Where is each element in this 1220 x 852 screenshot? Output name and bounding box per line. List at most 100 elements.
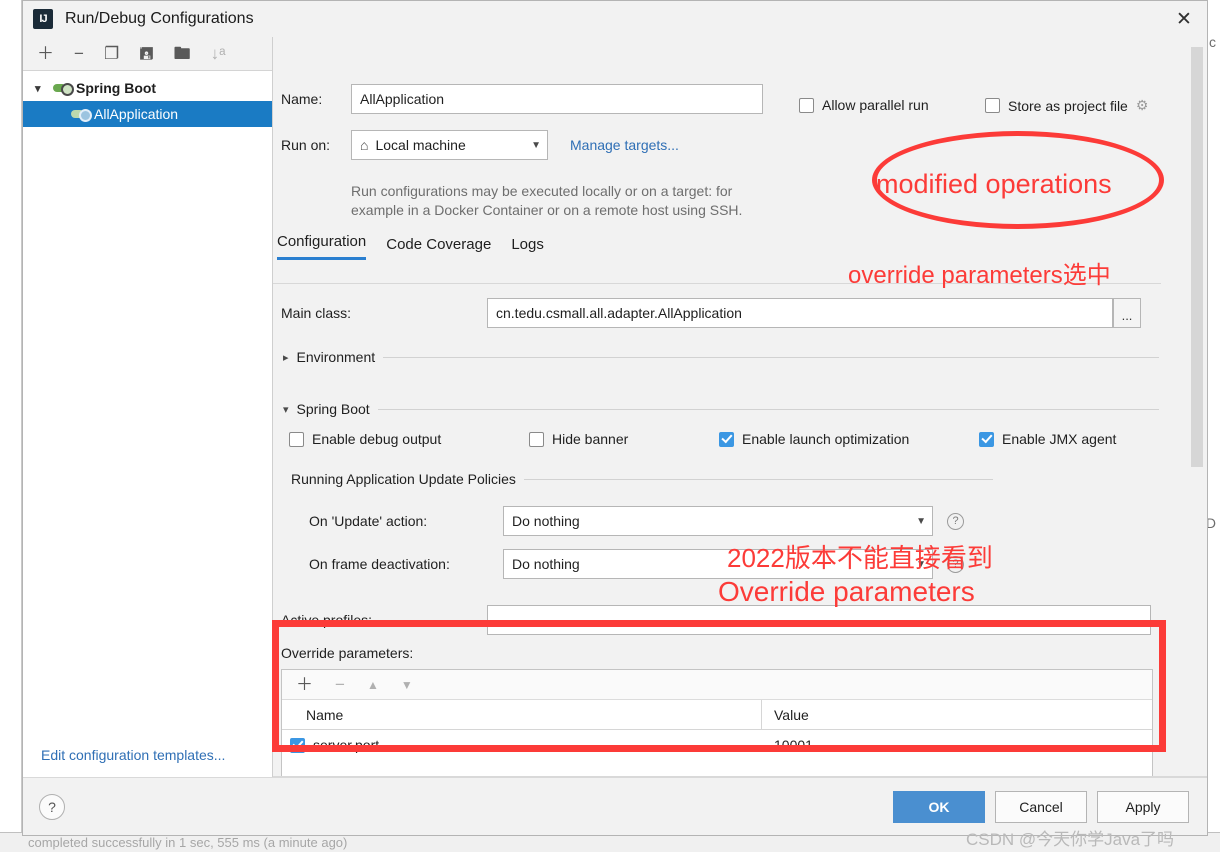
on-update-action-label: On 'Update' action: xyxy=(309,513,428,529)
update-policies-section-header: Running Application Update Policies xyxy=(291,471,993,487)
enable-jmx-agent-row[interactable]: Enable JMX agent xyxy=(979,431,1116,447)
on-update-action-dropdown[interactable]: Do nothing ▼ xyxy=(503,506,933,536)
enable-debug-output-row[interactable]: Enable debug output xyxy=(289,431,441,447)
section-divider xyxy=(383,356,1159,358)
chevron-down-icon[interactable]: ▼ xyxy=(531,140,541,151)
spring-boot-section-header[interactable]: ▾ Spring Boot xyxy=(283,401,1159,417)
update-policies-label: Running Application Update Policies xyxy=(291,471,516,487)
environment-section-header[interactable]: ▸ Environment xyxy=(283,349,1159,365)
on-frame-deactivation-value: Do nothing xyxy=(512,556,580,572)
active-profiles-input[interactable] xyxy=(487,605,1151,635)
sidebar-toolbar: ＋ − ❐ 🖪 🖿 ↓ᵃ xyxy=(23,37,272,71)
gear-icon[interactable]: ⚙ xyxy=(1136,97,1149,114)
remove-button[interactable]: − xyxy=(74,45,84,62)
run-on-hint-line-1: Run configurations may be executed local… xyxy=(351,183,733,199)
dialog-action-buttons: OK Cancel Apply xyxy=(893,790,1189,823)
ok-button[interactable]: OK xyxy=(893,790,985,823)
browse-main-class-button[interactable]: ... xyxy=(1113,298,1141,328)
on-frame-deactivation-dropdown[interactable]: Do nothing ▼ xyxy=(503,549,933,579)
apply-button[interactable]: Apply xyxy=(1097,790,1189,823)
parameter-name-cell: server.port xyxy=(282,730,762,760)
active-profiles-label: Active profiles: xyxy=(281,612,373,628)
manage-targets-link[interactable]: Manage targets... xyxy=(570,137,679,153)
main-class-row: Main class: cn.tedu.csmall.all.adapter.A… xyxy=(281,298,1141,328)
run-debug-configurations-dialog: IJ Run/Debug Configurations ✕ ＋ − ❐ 🖪 🖿 … xyxy=(22,0,1208,836)
form-scroll-area: Name: AllApplication Allow parallel run … xyxy=(273,37,1207,777)
add-button[interactable]: ＋ xyxy=(37,45,54,62)
tabs-divider xyxy=(273,283,1161,284)
hide-banner-checkbox[interactable] xyxy=(529,431,544,447)
parameters-table-header: Name Value xyxy=(282,700,1152,730)
cancel-button[interactable]: Cancel xyxy=(995,790,1087,823)
on-update-action-row: On 'Update' action: Do nothing ▼ ? xyxy=(281,506,964,536)
parameter-value-cell: 10001 xyxy=(774,737,813,753)
enable-debug-output-checkbox[interactable] xyxy=(289,431,304,447)
enable-launch-optimization-row[interactable]: Enable launch optimization xyxy=(719,431,909,447)
intellij-idea-icon: IJ xyxy=(33,9,53,29)
save-button[interactable]: 🖪 xyxy=(139,45,153,62)
dialog-titlebar: IJ Run/Debug Configurations ✕ xyxy=(23,1,1207,37)
column-header-value: Value xyxy=(774,706,809,723)
on-update-action-help-icon[interactable]: ? xyxy=(947,512,964,530)
active-profiles-row: Active profiles: xyxy=(281,605,1151,635)
chevron-down-icon[interactable]: ▼ xyxy=(916,559,926,570)
store-as-project-file-checkbox[interactable] xyxy=(985,98,1000,113)
hide-banner-label: Hide banner xyxy=(552,431,629,447)
chevron-down-icon[interactable]: ▾ xyxy=(283,403,289,416)
remove-parameter-button[interactable]: − xyxy=(335,676,345,693)
name-label: Name: xyxy=(281,91,323,107)
tab-configuration[interactable]: Configuration xyxy=(277,233,367,260)
allow-parallel-run-checkbox[interactable] xyxy=(799,97,814,113)
sort-alphabetically-button[interactable]: ↓ᵃ xyxy=(211,45,226,62)
tree-group-label: Spring Boot xyxy=(76,80,157,96)
enable-debug-output-label: Enable debug output xyxy=(312,431,442,447)
environment-section-label: Environment xyxy=(296,349,376,365)
run-on-dropdown[interactable]: ⌂ Local machine ▼ xyxy=(351,130,548,160)
spring-boot-icon xyxy=(53,81,74,96)
override-parameters-label: Override parameters: xyxy=(281,645,414,661)
enable-launch-optimization-checkbox[interactable] xyxy=(719,431,734,447)
home-icon: ⌂ xyxy=(360,137,369,153)
override-parameters-table: ＋ − ▲ ▼ Name Value server.port 10001 xyxy=(281,669,1153,777)
form-vertical-scrollbar[interactable] xyxy=(1191,47,1203,467)
tree-item-allapplication[interactable]: AllApplication xyxy=(23,101,272,127)
dialog-title: Run/Debug Configurations xyxy=(65,10,254,27)
tab-logs[interactable]: Logs xyxy=(511,236,544,260)
chevron-down-icon[interactable]: ▼ xyxy=(916,516,926,527)
parameter-enabled-checkbox[interactable] xyxy=(290,737,305,753)
enable-launch-optimization-label: Enable launch optimization xyxy=(742,431,910,447)
main-class-input[interactable]: cn.tedu.csmall.all.adapter.AllApplicatio… xyxy=(487,298,1113,328)
move-up-button[interactable]: ▲ xyxy=(367,679,379,691)
tab-code-coverage[interactable]: Code Coverage xyxy=(386,236,491,260)
parameter-name: server.port xyxy=(313,737,380,753)
on-frame-deactivation-row: On frame deactivation: Do nothing ▼ ? xyxy=(281,549,964,579)
hide-banner-row[interactable]: Hide banner xyxy=(529,431,628,447)
help-button[interactable]: ? xyxy=(39,793,65,820)
configuration-form-panel: Name: AllApplication Allow parallel run … xyxy=(273,37,1207,777)
edit-configuration-templates-link[interactable]: Edit configuration templates... xyxy=(23,735,272,777)
spring-boot-item-icon xyxy=(71,107,92,122)
parameters-table-toolbar: ＋ − ▲ ▼ xyxy=(282,670,1152,700)
allow-parallel-run-label: Allow parallel run xyxy=(822,97,929,113)
enable-jmx-agent-checkbox[interactable] xyxy=(979,431,994,447)
config-tabs: Configuration Code Coverage Logs xyxy=(277,233,544,260)
run-on-label: Run on: xyxy=(281,137,331,153)
copy-button[interactable]: ❐ xyxy=(104,45,119,62)
enable-jmx-agent-label: Enable JMX agent xyxy=(1002,431,1117,447)
chevron-down-icon[interactable]: ▾ xyxy=(35,82,53,95)
store-as-project-file-row[interactable]: Store as project file ⚙ xyxy=(985,97,1148,114)
add-parameter-button[interactable]: ＋ xyxy=(296,676,313,693)
background-status-text: completed successfully in 1 sec, 555 ms … xyxy=(28,835,348,850)
tree-group-spring-boot[interactable]: ▾ Spring Boot xyxy=(23,75,272,101)
close-icon[interactable]: ✕ xyxy=(1167,5,1201,33)
new-folder-button[interactable]: 🖿 xyxy=(174,45,191,62)
on-update-action-value: Do nothing xyxy=(512,513,580,529)
allow-parallel-run-row[interactable]: Allow parallel run xyxy=(799,97,929,113)
move-down-button[interactable]: ▼ xyxy=(401,679,413,691)
name-input[interactable]: AllApplication xyxy=(351,84,763,114)
chevron-right-icon[interactable]: ▸ xyxy=(283,351,289,364)
table-row[interactable]: server.port 10001 xyxy=(282,730,1152,760)
run-on-value: Local machine xyxy=(375,137,466,153)
on-frame-deactivation-help-icon[interactable]: ? xyxy=(947,555,964,573)
screen-root: le ıl n ıc D p completed successfully in… xyxy=(0,0,1220,852)
